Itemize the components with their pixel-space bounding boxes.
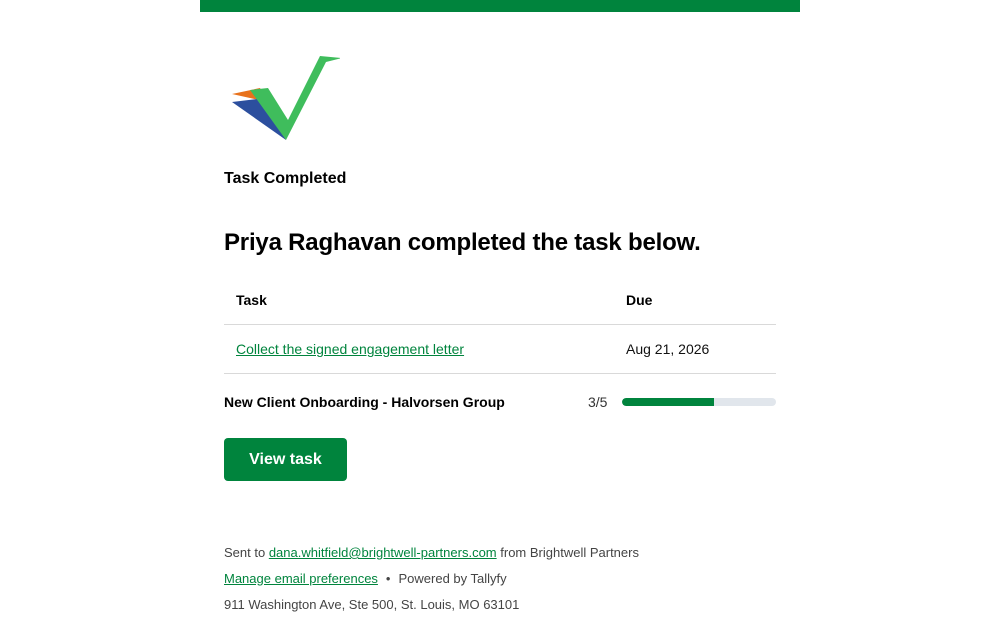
footer-prefs-line: Manage email preferences • Powered by Tall…: [224, 566, 639, 592]
separator-dot: •: [385, 571, 391, 586]
due-date: Aug 21, 2026: [626, 341, 710, 357]
task-row: Collect the signed engagement letter Aug…: [224, 325, 776, 374]
progress-count: 3/5: [588, 394, 608, 410]
checkmark-logo-icon: [232, 56, 340, 140]
email-subtitle: Task Completed: [224, 170, 347, 187]
manage-preferences-link[interactable]: Manage email preferences: [224, 571, 378, 586]
progress-bar: [622, 398, 776, 406]
task-table-header: Task Due: [224, 276, 776, 325]
top-accent-bar: [200, 0, 800, 12]
progress-bar-fill: [622, 398, 715, 406]
view-task-button[interactable]: View task: [224, 438, 347, 481]
powered-by-text: Powered by Tallyfy: [398, 571, 507, 586]
from-text: from Brightwell Partners: [500, 545, 639, 560]
task-link[interactable]: Collect the signed engagement letter: [236, 341, 464, 357]
column-header-task: Task: [236, 292, 267, 308]
footer-address: 911 Washington Ave, Ste 500, St. Louis, …: [224, 597, 520, 612]
email-footer: Sent to dana.whitfield@brightwell-partne…: [224, 540, 639, 618]
recipient-email-link[interactable]: dana.whitfield@brightwell-partners.com: [269, 545, 497, 560]
column-header-due: Due: [626, 292, 653, 308]
email-headline: Priya Raghavan completed the task below.: [224, 229, 701, 256]
sent-to-prefix: Sent to: [224, 545, 266, 560]
footer-sent-line: Sent to dana.whitfield@brightwell-partne…: [224, 540, 639, 566]
process-name: New Client Onboarding - Halvorsen Group: [224, 394, 505, 410]
